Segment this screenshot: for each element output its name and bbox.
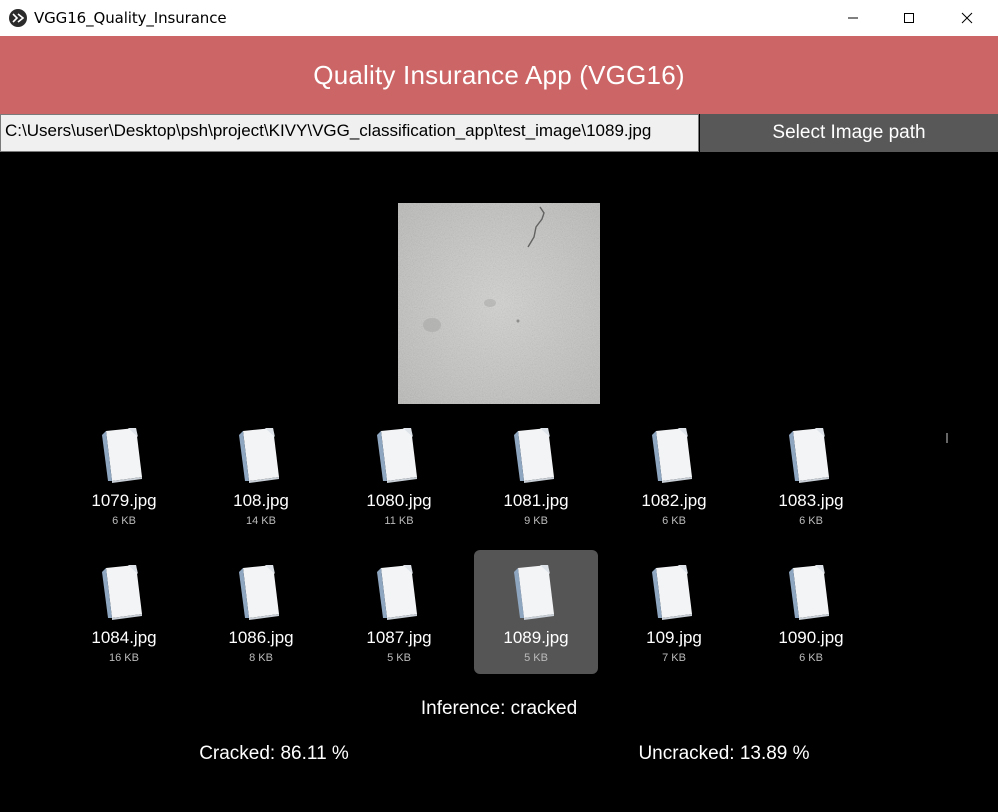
scrollbar[interactable] [946, 433, 948, 443]
file-name: 1087.jpg [366, 628, 432, 647]
file-size: 9 KB [524, 515, 548, 527]
inference-result: Inference: cracked [420, 698, 578, 719]
file-name: 1079.jpg [91, 491, 157, 510]
file-size: 6 KB [799, 652, 823, 664]
file-item[interactable]: 1080.jpg 11 KB [337, 413, 461, 537]
file-icon [373, 564, 423, 622]
file-item[interactable]: 1086.jpg 8 KB [199, 550, 323, 674]
maximize-button[interactable] [886, 0, 932, 36]
file-icon [98, 427, 148, 485]
file-item[interactable]: 1082.jpg 6 KB [612, 413, 736, 537]
file-item[interactable]: 1089.jpg 5 KB [474, 550, 598, 674]
concrete-texture-image [398, 203, 600, 404]
maximize-icon [904, 13, 914, 23]
file-name: 1080.jpg [366, 491, 432, 510]
file-size: 14 KB [246, 515, 276, 527]
file-item[interactable]: 108.jpg 14 KB [199, 413, 323, 537]
file-item[interactable]: 1087.jpg 5 KB [337, 550, 461, 674]
file-icon [648, 564, 698, 622]
uncracked-probability: Uncracked: 13.89 % [638, 743, 810, 764]
file-size: 5 KB [387, 652, 411, 664]
file-item[interactable]: 1090.jpg 6 KB [749, 550, 873, 674]
kivy-icon [9, 9, 27, 27]
file-item[interactable]: 1079.jpg 6 KB [62, 413, 186, 537]
file-name: 108.jpg [233, 491, 289, 510]
close-button[interactable] [944, 0, 990, 36]
file-icon [785, 427, 835, 485]
file-size: 6 KB [662, 515, 686, 527]
file-name: 1083.jpg [778, 491, 844, 510]
header-title: Quality Insurance App (VGG16) [313, 59, 685, 90]
file-name: 1090.jpg [778, 628, 844, 647]
file-icon [235, 564, 285, 622]
close-icon [961, 12, 973, 24]
minimize-icon [848, 17, 858, 19]
window-title: VGG16_Quality_Insurance [34, 9, 227, 27]
file-item[interactable]: 1084.jpg 16 KB [62, 550, 186, 674]
file-size: 6 KB [799, 515, 823, 527]
app-header: Quality Insurance App (VGG16) [0, 36, 998, 114]
file-item[interactable]: 109.jpg 7 KB [612, 550, 736, 674]
file-name: 1082.jpg [641, 491, 707, 510]
file-icon [785, 564, 835, 622]
file-size: 7 KB [662, 652, 686, 664]
file-name: 1089.jpg [503, 628, 569, 647]
file-item[interactable]: 1083.jpg 6 KB [749, 413, 873, 537]
image-preview [398, 203, 600, 404]
file-icon [98, 564, 148, 622]
file-name: 109.jpg [646, 628, 702, 647]
title-bar: VGG16_Quality_Insurance [0, 0, 998, 36]
file-size: 16 KB [109, 652, 139, 664]
file-size: 8 KB [249, 652, 273, 664]
file-name: 1081.jpg [503, 491, 569, 510]
file-name: 1084.jpg [91, 628, 157, 647]
file-icon [510, 564, 560, 622]
file-size: 6 KB [112, 515, 136, 527]
file-size: 11 KB [384, 515, 414, 527]
file-item[interactable]: 1081.jpg 9 KB [474, 413, 598, 537]
file-icon [235, 427, 285, 485]
file-name: 1086.jpg [228, 628, 294, 647]
file-icon [373, 427, 423, 485]
minimize-button[interactable] [830, 0, 876, 36]
select-image-path-button[interactable]: Select Image path [700, 114, 998, 152]
file-icon [648, 427, 698, 485]
image-path-input[interactable]: C:\Users\user\Desktop\psh\project\KIVY\V… [0, 114, 699, 152]
file-icon [510, 427, 560, 485]
file-size: 5 KB [524, 652, 548, 664]
